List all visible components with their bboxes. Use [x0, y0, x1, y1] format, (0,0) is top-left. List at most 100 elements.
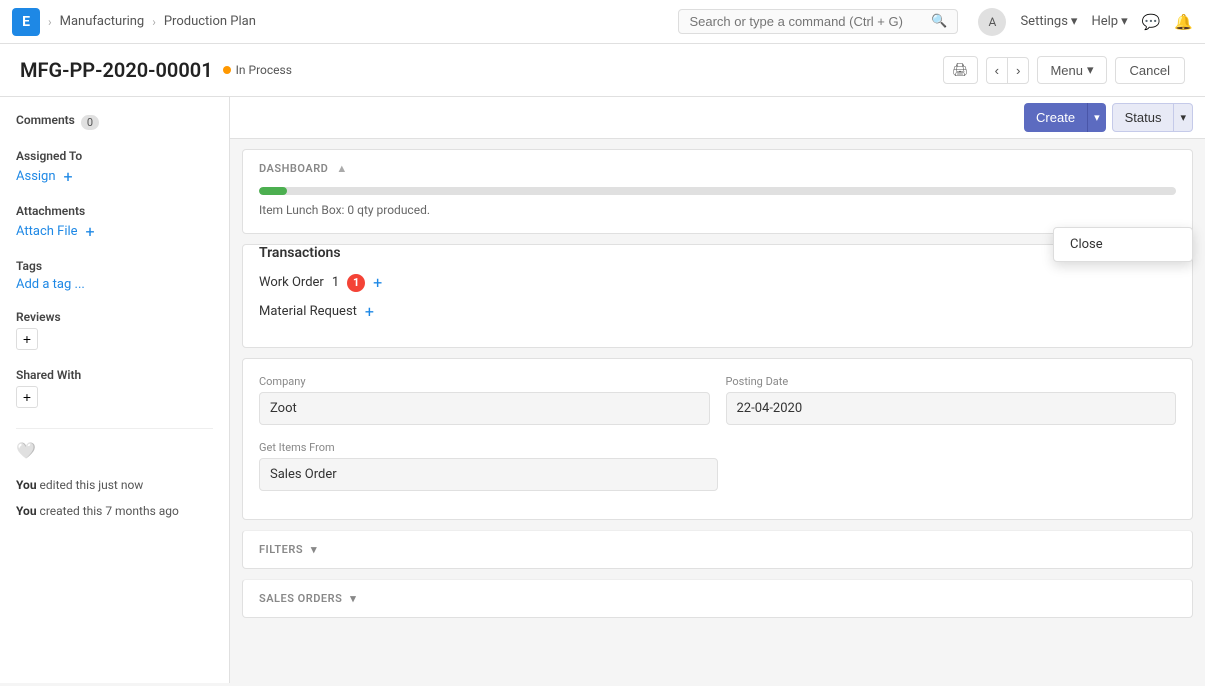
sidebar-attachments: Attachments Attach File + — [16, 204, 213, 241]
next-button[interactable]: › — [1007, 57, 1029, 84]
form-section: Company Zoot Posting Date 22-04-2020 Get… — [243, 359, 1192, 519]
breadcrumb-production-plan[interactable]: Production Plan — [164, 14, 256, 29]
posting-date-value[interactable]: 22-04-2020 — [726, 392, 1177, 425]
filters-label: FILTERS — [259, 543, 303, 556]
dropdown-item-close[interactable]: Close — [1054, 228, 1192, 261]
work-order-add-icon[interactable]: + — [373, 273, 382, 292]
nav-buttons: ‹ › — [986, 57, 1030, 84]
reviews-add-button[interactable]: + — [16, 328, 38, 350]
company-label: Company — [259, 375, 710, 388]
help-caret-icon: ▾ — [1121, 14, 1128, 29]
transactions-title: Transactions — [259, 245, 1176, 261]
search-input[interactable] — [689, 14, 925, 29]
assigned-to-label: Assigned To — [16, 149, 213, 163]
sidebar-tags: Tags Add a tag ... — [16, 259, 213, 292]
sidebar-reviews: Reviews + — [16, 310, 213, 350]
get-items-from-field: Get Items From Sales Order — [259, 441, 1176, 491]
top-nav: E › Manufacturing › Production Plan 🔍 A … — [0, 0, 1205, 44]
dashboard-info: Item Lunch Box: 0 qty produced. — [259, 203, 1176, 217]
status-caret-button[interactable]: ▾ — [1174, 103, 1193, 132]
search-icon: 🔍 — [931, 14, 947, 29]
sidebar-assigned-to: Assigned To Assign + — [16, 149, 213, 186]
sales-orders-header[interactable]: SALES ORDERS ▾ — [243, 580, 1192, 617]
assign-link[interactable]: Assign — [16, 169, 56, 184]
sales-orders-chevron-icon: ▾ — [350, 592, 356, 605]
breadcrumb-chevron-2: › — [152, 15, 156, 29]
search-bar[interactable]: 🔍 — [678, 9, 958, 34]
transactions-section: Transactions Work Order 1 1 + Material R… — [243, 245, 1192, 347]
settings-caret-icon: ▾ — [1071, 14, 1078, 29]
material-request-add-icon[interactable]: + — [365, 302, 374, 321]
sales-orders-card: SALES ORDERS ▾ — [242, 579, 1193, 618]
add-tag-link[interactable]: Add a tag ... — [16, 277, 85, 292]
print-button[interactable]: 🖨 — [943, 56, 978, 84]
work-order-row: Work Order 1 1 + — [259, 273, 1176, 292]
company-value[interactable]: Zoot — [259, 392, 710, 425]
activity-2: You created this 7 months ago — [16, 502, 213, 520]
page-title: MFG-PP-2020-00001 — [20, 58, 213, 82]
shared-with-add-button[interactable]: + — [16, 386, 38, 408]
status-dropdown: Close — [1053, 227, 1193, 262]
filters-chevron-icon: ▾ — [311, 543, 317, 556]
work-order-badge: 1 — [347, 274, 365, 292]
prev-button[interactable]: ‹ — [986, 57, 1007, 84]
dashboard-chevron-icon: ▲ — [336, 162, 347, 175]
status-label: In Process — [236, 63, 292, 77]
company-field: Company Zoot — [259, 375, 710, 425]
comments-count: 0 — [81, 115, 99, 130]
status-badge: In Process — [223, 63, 292, 77]
posting-date-label: Posting Date — [726, 375, 1177, 388]
dashboard-section-header[interactable]: DASHBOARD ▲ — [243, 150, 1192, 187]
status-dot — [223, 66, 231, 74]
transactions-card: Transactions Work Order 1 1 + Material R… — [242, 244, 1193, 348]
work-order-label: Work Order — [259, 275, 324, 290]
breadcrumb-chevron-1: › — [48, 15, 52, 29]
get-items-from-value[interactable]: Sales Order — [259, 458, 718, 491]
posting-date-field: Posting Date 22-04-2020 — [726, 375, 1177, 425]
filters-card: FILTERS ▾ — [242, 530, 1193, 569]
main-layout: Comments 0 Assigned To Assign + Attachme… — [0, 97, 1205, 683]
page-title-row: MFG-PP-2020-00001 In Process — [20, 58, 292, 82]
menu-caret-icon: ▾ — [1087, 62, 1094, 78]
sidebar-comments: Comments 0 — [16, 113, 213, 131]
dashboard-card: DASHBOARD ▲ Item Lunch Box: 0 qty produc… — [242, 149, 1193, 234]
progress-bar-wrap — [259, 187, 1176, 195]
assign-add-icon[interactable]: + — [64, 167, 73, 186]
attachments-label: Attachments — [16, 204, 213, 218]
content-area: Create ▾ Status ▾ Close DASHBOARD ▲ — [230, 97, 1205, 683]
dashboard-label: DASHBOARD — [259, 162, 328, 175]
heart-icon[interactable]: 🤍 — [16, 441, 213, 460]
status-caret-icon: ▾ — [1180, 112, 1186, 124]
tags-label: Tags — [16, 259, 213, 273]
help-button[interactable]: Help ▾ — [1091, 14, 1127, 29]
progress-bar-fill — [259, 187, 287, 195]
work-order-count: 1 — [332, 275, 339, 290]
form-card: Company Zoot Posting Date 22-04-2020 Get… — [242, 358, 1193, 520]
menu-button[interactable]: Menu ▾ — [1037, 56, 1106, 84]
app-logo[interactable]: E — [12, 8, 40, 36]
avatar[interactable]: A — [978, 8, 1006, 36]
material-request-row: Material Request + — [259, 302, 1176, 321]
create-caret-icon: ▾ — [1094, 112, 1100, 124]
sidebar-shared-with: Shared With + — [16, 368, 213, 408]
page-header: MFG-PP-2020-00001 In Process 🖨 ‹ › Menu … — [0, 44, 1205, 97]
chat-icon[interactable]: 💬 — [1142, 13, 1161, 31]
bell-icon[interactable]: 🔔 — [1174, 13, 1193, 31]
toolbar: Create ▾ Status ▾ Close — [230, 97, 1205, 139]
attach-add-icon[interactable]: + — [86, 222, 95, 241]
nav-right: A Settings ▾ Help ▾ 💬 🔔 — [978, 8, 1193, 36]
page-actions: 🖨 ‹ › Menu ▾ Cancel — [943, 56, 1185, 84]
settings-button[interactable]: Settings ▾ — [1020, 14, 1077, 29]
dashboard-body: Item Lunch Box: 0 qty produced. — [243, 187, 1192, 233]
get-items-from-label: Get Items From — [259, 441, 1176, 454]
create-button[interactable]: Create — [1024, 103, 1087, 132]
breadcrumb-manufacturing[interactable]: Manufacturing — [60, 14, 145, 29]
form-grid: Company Zoot Posting Date 22-04-2020 — [259, 375, 1176, 425]
filters-header[interactable]: FILTERS ▾ — [243, 531, 1192, 568]
status-button[interactable]: Status — [1112, 103, 1175, 132]
activity-1: You edited this just now — [16, 476, 213, 494]
cancel-button[interactable]: Cancel — [1115, 57, 1185, 84]
create-caret-button[interactable]: ▾ — [1087, 103, 1106, 132]
sidebar-footer: 🤍 You edited this just now You created t… — [16, 428, 213, 520]
attach-file-link[interactable]: Attach File — [16, 224, 78, 239]
